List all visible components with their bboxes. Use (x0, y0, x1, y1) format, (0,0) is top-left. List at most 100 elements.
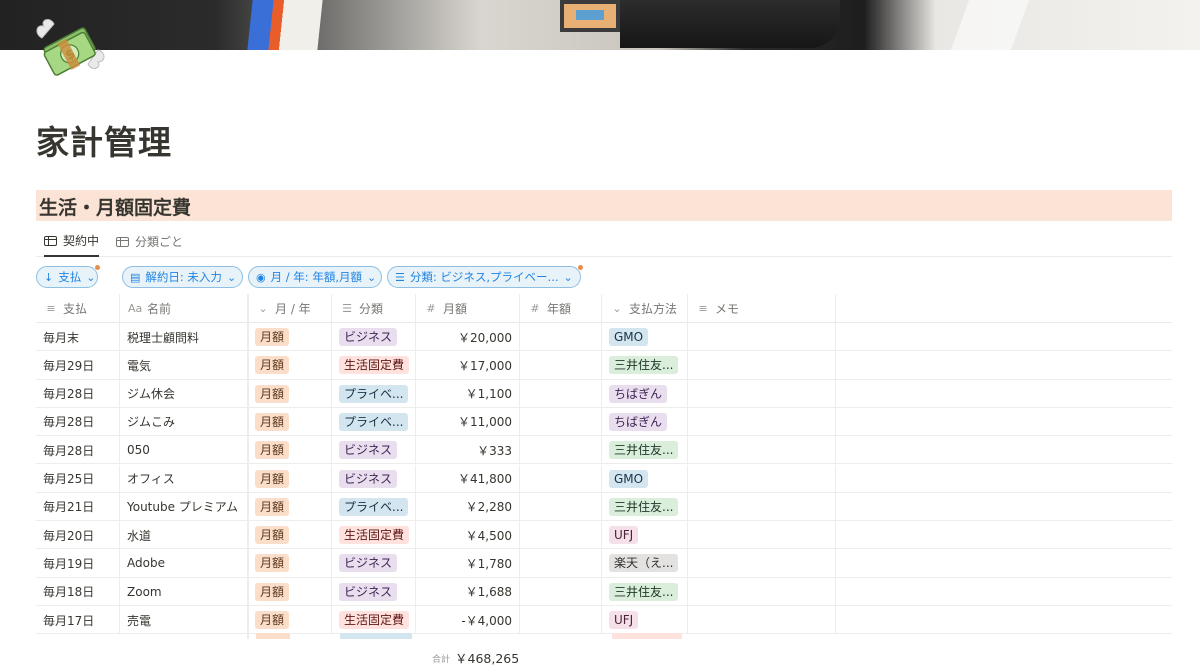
cell-memo[interactable] (688, 549, 836, 578)
cell-category[interactable]: プライベ... (332, 407, 416, 436)
cell-memo[interactable] (688, 492, 836, 521)
cell-monthly[interactable]: ￥1,688 (416, 577, 520, 606)
cell-name[interactable]: 売電 (120, 606, 248, 634)
cell-yearly[interactable] (520, 549, 602, 578)
cell-pay[interactable]: 毎月21日 (36, 492, 120, 521)
cell-category[interactable]: ビジネス (332, 436, 416, 465)
database-title[interactable]: 生活・月額固定費 (39, 193, 191, 220)
sort-chip[interactable]: ↓ 支払 ⌄ (36, 265, 100, 288)
cell-monthly[interactable]: ￥1,100 (416, 379, 520, 408)
cell-method[interactable]: 楽天（え... (602, 549, 688, 578)
cell-name[interactable]: 水道 (120, 521, 248, 550)
table-row[interactable]: 毎月18日 Zoom 月額 ビジネス ￥1,688 三井住友... (36, 577, 1172, 606)
filter-chip-period[interactable]: ◉ 月 / 年: 年額,月額 ⌄ (248, 266, 382, 288)
cell-pay[interactable]: 毎月25日 (36, 464, 120, 493)
cell-memo[interactable] (688, 379, 836, 408)
cell-memo[interactable] (688, 436, 836, 465)
table-row[interactable]: 毎月28日 ジムこみ 月額 プライベ... ￥11,000 ちばぎん (36, 407, 1172, 437)
cell-monthly[interactable]: ￥333 (416, 436, 520, 465)
cell-monthly[interactable]: ￥11,000 (416, 407, 520, 436)
table-row[interactable]: 毎月25日 オフィス 月額 ビジネス ￥41,800 GMO (36, 464, 1172, 493)
cell-category[interactable]: プライベ... (332, 379, 416, 408)
cell-period[interactable]: 月額 (248, 577, 332, 606)
cell-memo[interactable] (688, 323, 836, 351)
cell-period[interactable]: 月額 (248, 436, 332, 465)
cell-yearly[interactable] (520, 606, 602, 634)
money-with-wings-icon[interactable]: $ (34, 16, 106, 78)
cell-name[interactable]: 電気 (120, 351, 248, 380)
cell-period[interactable]: 月額 (248, 606, 332, 634)
cell-name[interactable]: オフィス (120, 464, 248, 493)
cell-method[interactable]: GMO (602, 323, 688, 351)
cell-category[interactable]: ビジネス (332, 464, 416, 493)
cell-monthly[interactable]: ￥20,000 (416, 323, 520, 351)
cell-method[interactable]: UFJ (602, 521, 688, 550)
cell-yearly[interactable] (520, 323, 602, 351)
page-cover[interactable] (0, 0, 1200, 50)
cell-method[interactable]: GMO (602, 464, 688, 493)
cell-yearly[interactable] (520, 464, 602, 493)
cell-name[interactable]: 050 (120, 436, 248, 465)
cell-method[interactable]: 三井住友... (602, 351, 688, 380)
table-row[interactable]: 毎月20日 水道 月額 生活固定費 ￥4,500 UFJ (36, 521, 1172, 550)
header-col-yearly[interactable]: # 年額 (520, 294, 602, 323)
cell-yearly[interactable] (520, 351, 602, 380)
cell-period[interactable]: 月額 (248, 351, 332, 380)
cell-pay[interactable]: 毎月28日 (36, 379, 120, 408)
cell-memo[interactable] (688, 351, 836, 380)
cell-category[interactable]: ビジネス (332, 577, 416, 606)
header-col-pay[interactable]: ≡ 支払 (36, 294, 120, 323)
cell-yearly[interactable] (520, 436, 602, 465)
cell-pay[interactable]: 毎月29日 (36, 351, 120, 380)
cell-category[interactable]: 生活固定費 (332, 606, 416, 634)
cell-monthly[interactable]: ￥41,800 (416, 464, 520, 493)
cell-category[interactable]: 生活固定費 (332, 351, 416, 380)
page-title[interactable]: 家計管理 (36, 116, 172, 164)
table-row[interactable]: 毎月19日 Adobe 月額 ビジネス ￥1,780 楽天（え... (36, 549, 1172, 578)
cell-name[interactable]: Zoom (120, 577, 248, 606)
cell-pay[interactable]: 毎月18日 (36, 577, 120, 606)
cell-method[interactable]: 三井住友... (602, 577, 688, 606)
cell-category[interactable]: ビジネス (332, 323, 416, 351)
cell-name[interactable]: ジム休会 (120, 379, 248, 408)
cell-monthly[interactable]: -￥4,000 (416, 606, 520, 634)
cell-memo[interactable] (688, 464, 836, 493)
cell-period[interactable]: 月額 (248, 549, 332, 578)
cell-pay[interactable]: 毎月20日 (36, 521, 120, 550)
cell-period[interactable]: 月額 (248, 521, 332, 550)
cell-memo[interactable] (688, 407, 836, 436)
header-col-category[interactable]: ☰ 分類 (332, 294, 416, 323)
filter-chip-cancel-date[interactable]: ▤ 解約日: 未入力 ⌄ (122, 266, 243, 288)
cell-monthly[interactable]: ￥1,780 (416, 549, 520, 578)
cell-period[interactable]: 月額 (248, 407, 332, 436)
table-row[interactable]: 毎月28日 050 月額 ビジネス ￥333 三井住友... (36, 436, 1172, 465)
table-row[interactable]: 毎月末 税理士顧問料 月額 ビジネス ￥20,000 GMO (36, 323, 1172, 352)
header-col-memo[interactable]: ≡ メモ (688, 294, 836, 323)
cell-name[interactable]: Youtube プレミアム (120, 492, 248, 521)
table-row[interactable]: 毎月28日 ジム休会 月額 プライベ... ￥1,100 ちばぎん (36, 379, 1172, 408)
tab-contract[interactable]: 契約中 (44, 226, 100, 257)
cell-category[interactable]: 生活固定費 (332, 521, 416, 550)
header-col-period[interactable]: ⌄ 月 / 年 (248, 294, 332, 323)
cell-method[interactable]: ちばぎん (602, 407, 688, 436)
cell-pay[interactable]: 毎月17日 (36, 606, 120, 634)
cell-method[interactable]: UFJ (602, 606, 688, 634)
cell-method[interactable]: 三井住友... (602, 492, 688, 521)
cell-memo[interactable] (688, 521, 836, 550)
cell-pay[interactable]: 毎月末 (36, 323, 120, 351)
cell-name[interactable]: Adobe (120, 549, 248, 578)
sum-value[interactable]: ￥468,265 (455, 648, 519, 667)
header-col-name[interactable]: Aa 名前 (120, 294, 248, 323)
tab-by-category[interactable]: 分類ごと (116, 226, 183, 257)
cell-memo[interactable] (688, 606, 836, 634)
filter-chip-category[interactable]: ☰ 分類: ビジネス,プライベー... ⌄ (387, 265, 583, 288)
cell-monthly[interactable]: ￥4,500 (416, 521, 520, 550)
cell-yearly[interactable] (520, 492, 602, 521)
table-row[interactable]: 毎月21日 Youtube プレミアム 月額 プライベ... ￥2,280 三井住友... (36, 492, 1172, 522)
cell-yearly[interactable] (520, 407, 602, 436)
cell-monthly[interactable]: ￥2,280 (416, 492, 520, 521)
cell-monthly[interactable]: ￥17,000 (416, 351, 520, 380)
cell-yearly[interactable] (520, 577, 602, 606)
cell-category[interactable]: プライベ... (332, 492, 416, 521)
cell-period[interactable]: 月額 (248, 379, 332, 408)
